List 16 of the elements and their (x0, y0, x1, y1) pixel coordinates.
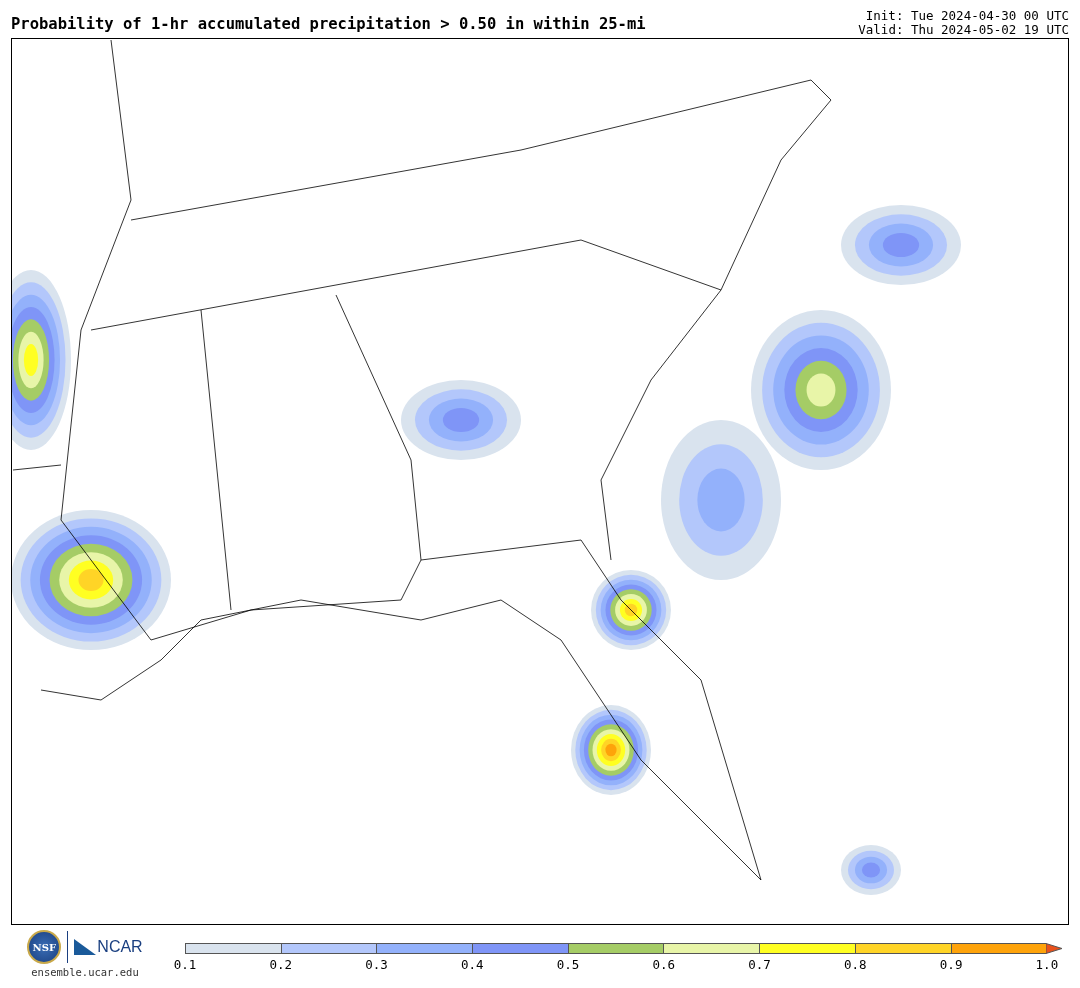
website-url: ensemble.ucar.edu (31, 966, 139, 978)
ncar-logo: NCAR (74, 938, 143, 956)
tick-label: 0.8 (843, 957, 868, 972)
chart-title: Probability of 1-hr accumulated precipitation > 0.50 in within 25-mi (11, 15, 646, 35)
tick-label: 0.2 (268, 957, 294, 972)
init-time: Init: Tue 2024-04-30 00 UTC (864, 9, 1069, 23)
tick-label: 0.4 (460, 957, 485, 972)
nsf-logo: NSF (27, 930, 62, 964)
tick-label: 0.9 (938, 957, 964, 972)
tick-label: 0.5 (555, 957, 581, 972)
tick-label: 0.7 (747, 957, 772, 972)
tick-label: 0.6 (651, 957, 677, 972)
valid-time: Valid: Thu 2024-05-02 19 UTC (858, 23, 1069, 37)
tick-label: 0.1 (172, 957, 198, 972)
tick-label: 1.0 (1034, 957, 1060, 972)
tick-label: 0.3 (364, 957, 389, 972)
